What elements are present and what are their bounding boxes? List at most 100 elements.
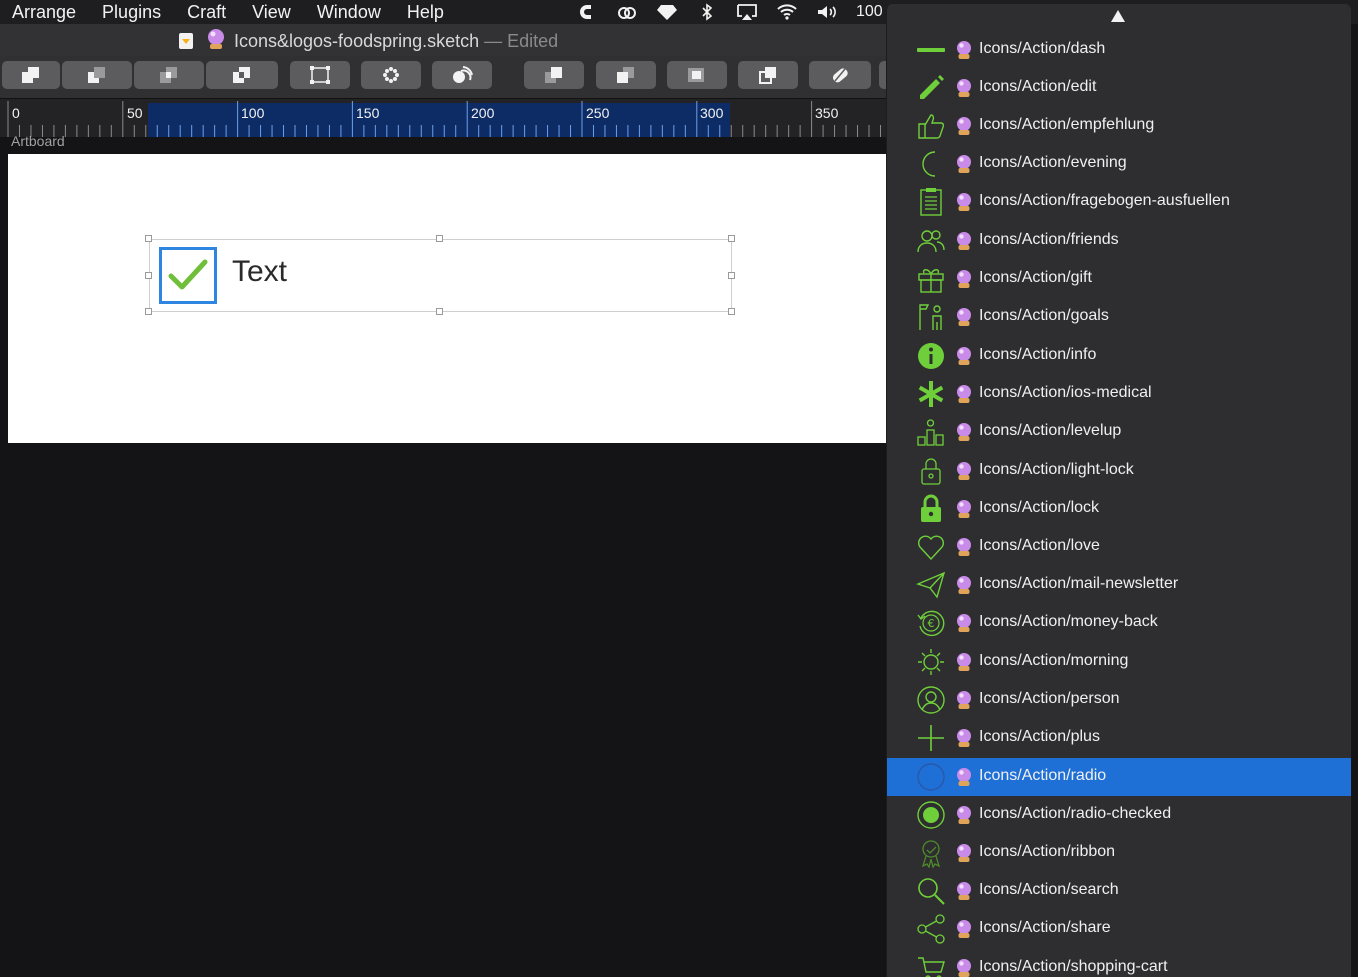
horizontal-ruler[interactable]: 0 50 100 150 200 250 300 350 [0,98,886,137]
flatten-icon [453,66,473,83]
crystal-ball-icon [957,614,971,632]
menu-help[interactable]: Help [407,2,444,23]
menu-item-lock[interactable]: Icons/Action/lock [887,490,1351,528]
menu-item-gift[interactable]: Icons/Action/gift [887,260,1351,298]
airplay-icon[interactable] [736,3,758,21]
toolbar-overflow-button[interactable] [879,61,886,89]
difference-icon [233,67,250,83]
resize-handle-top-right[interactable] [728,235,735,242]
backward-icon [617,67,634,83]
svg-text:€: € [928,617,935,630]
share-icon [917,914,945,944]
resize-handle-top-left[interactable] [145,235,152,242]
menu-item-love[interactable]: Icons/Action/love [887,528,1351,566]
scissors-button[interactable] [738,61,798,89]
menu-craft[interactable]: Craft [187,2,226,23]
menu-item-label: Icons/Action/ribbon [979,843,1116,860]
light-lock-icon [921,458,941,485]
resize-handle-right[interactable] [728,272,735,279]
levelup-icon [917,419,944,446]
menu-item-morning[interactable]: Icons/Action/morning [887,643,1351,681]
menu-item-label: Icons/Action/levelup [979,422,1122,439]
scroll-up-arrow-icon[interactable] [1111,10,1125,22]
menu-item-light-lock[interactable]: Icons/Action/light-lock [887,452,1351,490]
asterisk-icon [918,381,944,407]
menu-item-label: Icons/Action/share [979,919,1111,936]
component-text-layer[interactable]: Text [232,255,287,289]
resize-handle-bottom[interactable] [436,308,443,315]
ruler-scale: 0 50 100 150 200 250 300 350 [7,101,881,137]
menu-item-friends[interactable]: Icons/Action/friends [887,222,1351,260]
transform-icon [310,66,330,84]
symbol-dropdown-menu: Icons/Action/dash Icons/Action/edit Icon… [886,4,1351,977]
menu-item-dash[interactable]: Icons/Action/dash [887,31,1351,69]
adobe-cc-icon[interactable] [616,3,638,21]
edit-icon [832,68,848,83]
menu-plugins[interactable]: Plugins [102,2,161,23]
artboard-title[interactable]: Artboard [11,133,65,149]
menu-item-share[interactable]: Icons/Action/share [887,910,1351,948]
person-icon [917,686,945,714]
forward-button[interactable] [524,61,584,89]
menu-arrange[interactable]: Arrange [12,2,76,23]
menu-item-person[interactable]: Icons/Action/person [887,681,1351,719]
edit-button[interactable] [809,61,871,89]
rotate-copies-button[interactable] [361,61,421,89]
menu-item-edit[interactable]: Icons/Action/edit [887,69,1351,107]
crystal-ball-icon [957,691,971,709]
menu-item-info[interactable]: Icons/Action/info [887,337,1351,375]
backward-button[interactable] [596,61,656,89]
volume-icon[interactable] [816,3,838,21]
ruler-label: 50 [127,105,143,121]
menu-item-ribbon[interactable]: Icons/Action/ribbon [887,834,1351,872]
ruler-label: 100 [241,105,265,121]
menu-item-radio[interactable]: Icons/Action/radio [887,758,1351,796]
menu-view[interactable]: View [252,2,291,23]
transform-button[interactable] [290,61,350,89]
menu-item-evening[interactable]: Icons/Action/evening [887,145,1351,183]
resize-handle-top[interactable] [436,235,443,242]
resize-handle-left[interactable] [145,272,152,279]
menu-item-radio-checked[interactable]: Icons/Action/radio-checked [887,796,1351,834]
mask-button[interactable] [667,61,727,89]
checkbox-component[interactable] [159,247,217,304]
crystal-ball-icon [957,729,971,747]
menu-item-mail-newsletter[interactable]: Icons/Action/mail-newsletter [887,566,1351,604]
crystal-ball-icon [957,41,971,59]
creative-cloud-icon[interactable] [576,3,598,21]
menu-item-search[interactable]: Icons/Action/search [887,872,1351,910]
menu-item-label: Icons/Action/dash [979,40,1106,57]
menu-item-empfehlung[interactable]: Icons/Action/empfehlung [887,107,1351,145]
ruler-label: 200 [471,105,495,121]
menu-item-goals[interactable]: Icons/Action/goals [887,298,1351,336]
intersect-button[interactable] [134,61,204,89]
ruler-label: 350 [815,105,839,121]
toolbar [0,56,886,98]
radio-checked-icon [917,801,945,829]
union-button[interactable] [2,61,60,89]
crystal-ball-icon [957,423,971,441]
mask-icon [688,68,704,82]
menu-item-fragebogen-ausfuellen[interactable]: Icons/Action/fragebogen-ausfuellen [887,183,1351,221]
difference-button[interactable] [206,61,278,89]
menu-item-ios-medical[interactable]: Icons/Action/ios-medical [887,375,1351,413]
lock-icon [921,494,941,522]
subtract-button[interactable] [62,61,132,89]
crystal-ball-icon [957,959,971,977]
menu-item-shopping-cart[interactable]: Icons/Action/shopping-cart [887,949,1351,977]
flatten-button[interactable] [432,61,492,89]
menu-item-levelup[interactable]: Icons/Action/levelup [887,413,1351,451]
bluetooth-icon[interactable] [696,3,718,21]
menu-window[interactable]: Window [317,2,381,23]
paper-plane-icon [916,571,946,599]
resize-handle-bottom-right[interactable] [728,308,735,315]
money-back-icon: € [917,610,945,637]
menu-item-label: Icons/Action/money-back [979,613,1158,630]
menu-item-plus[interactable]: Icons/Action/plus [887,719,1351,757]
wifi-icon[interactable] [776,3,798,21]
menu-item-label: Icons/Action/goals [979,307,1109,324]
resize-handle-bottom-left[interactable] [145,308,152,315]
menu-item-money-back[interactable]: € Icons/Action/money-back [887,604,1351,642]
rotate-copies-icon [383,67,399,83]
sketch-icon[interactable] [656,3,678,21]
